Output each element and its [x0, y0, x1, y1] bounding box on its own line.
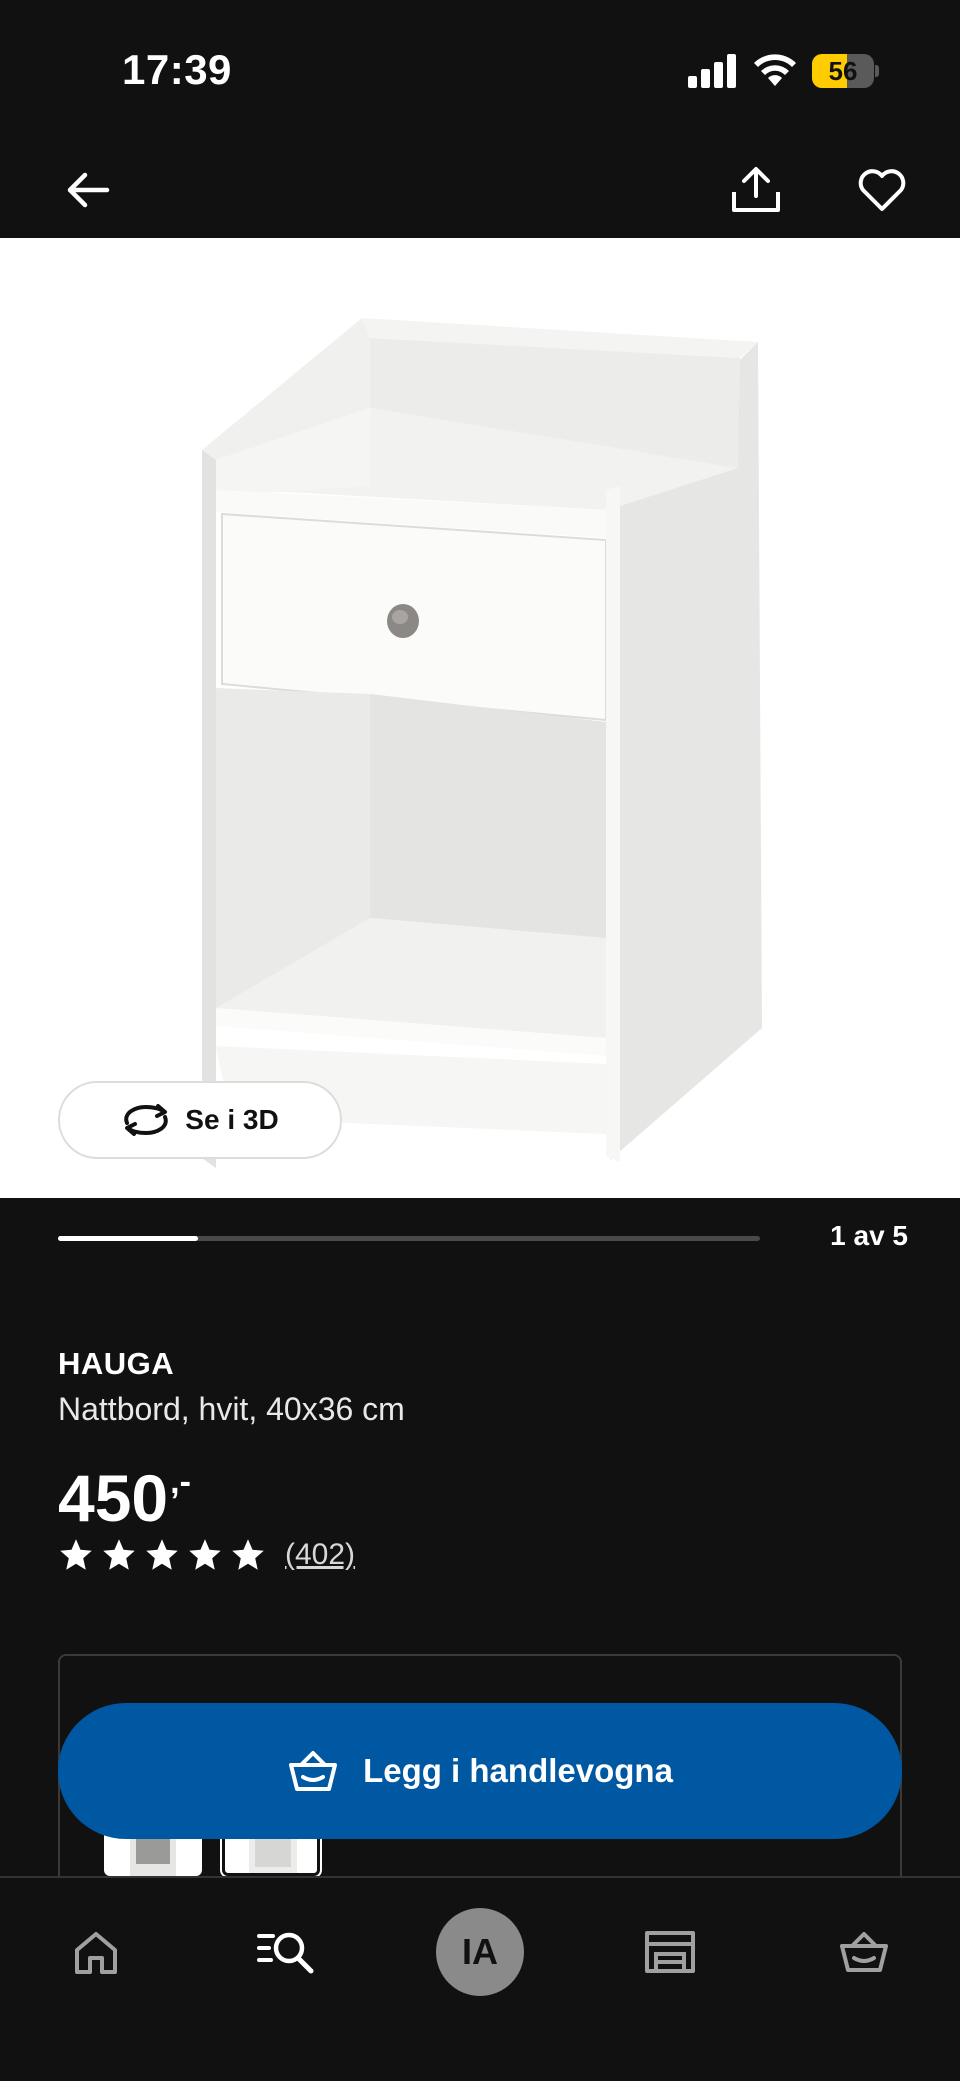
progress-track [58, 1236, 760, 1241]
tab-profile[interactable]: IA [430, 1902, 530, 2002]
price-value: 450 [58, 1461, 169, 1535]
battery-level: 56 [828, 56, 858, 86]
product-image-gallery[interactable]: Se i 3D [0, 238, 960, 1198]
heart-icon [858, 169, 906, 211]
status-bar: 17:39 56 [0, 0, 960, 140]
search-icon [257, 1932, 314, 1974]
share-button[interactable] [716, 150, 796, 230]
product-price: 450,- [58, 1442, 191, 1538]
favorite-button[interactable] [842, 150, 922, 230]
tab-cart[interactable] [814, 1902, 914, 2002]
back-arrow-icon [67, 172, 110, 208]
rating[interactable]: (402) [58, 1535, 355, 1575]
tab-search[interactable] [236, 1902, 336, 2002]
avatar: IA [436, 1908, 524, 1996]
basket-icon [289, 1751, 338, 1791]
product-image [202, 318, 762, 1168]
product-name: HAUGA [58, 1346, 175, 1381]
battery-icon: 56 [812, 54, 879, 88]
price-suffix: ,- [170, 1463, 191, 1501]
gallery-progress: 1 av 5 [58, 1220, 908, 1260]
store-icon [645, 1931, 695, 1973]
signal-icon [688, 54, 736, 88]
top-nav [0, 140, 960, 238]
view-3d-label: Se i 3D [185, 1104, 279, 1135]
review-count[interactable]: (402) [285, 1538, 355, 1572]
tab-home[interactable] [46, 1902, 146, 2002]
home-icon [75, 1932, 117, 1974]
cart-icon [840, 1932, 888, 1972]
share-icon [732, 167, 780, 212]
back-button[interactable] [48, 150, 128, 230]
status-time: 17:39 [122, 46, 232, 93]
bottom-tab-bar: IA [0, 1876, 960, 2081]
add-to-cart-label: Legg i handlevogna [363, 1752, 673, 1789]
gallery-counter: 1 av 5 [830, 1220, 908, 1251]
star-icon [103, 1539, 135, 1570]
star-icon [232, 1539, 264, 1570]
star-icon [60, 1539, 92, 1570]
wifi-icon [754, 54, 796, 86]
product-description: Nattbord, hvit, 40x36 cm [58, 1391, 405, 1427]
star-icon [146, 1539, 178, 1570]
progress-fill [58, 1236, 199, 1241]
view-3d-button[interactable]: Se i 3D [58, 1081, 342, 1159]
rotate-icon [124, 1104, 169, 1136]
tab-store[interactable] [620, 1902, 720, 2002]
star-icon [189, 1539, 221, 1570]
add-to-cart-button[interactable]: Legg i handlevogna [58, 1703, 902, 1839]
